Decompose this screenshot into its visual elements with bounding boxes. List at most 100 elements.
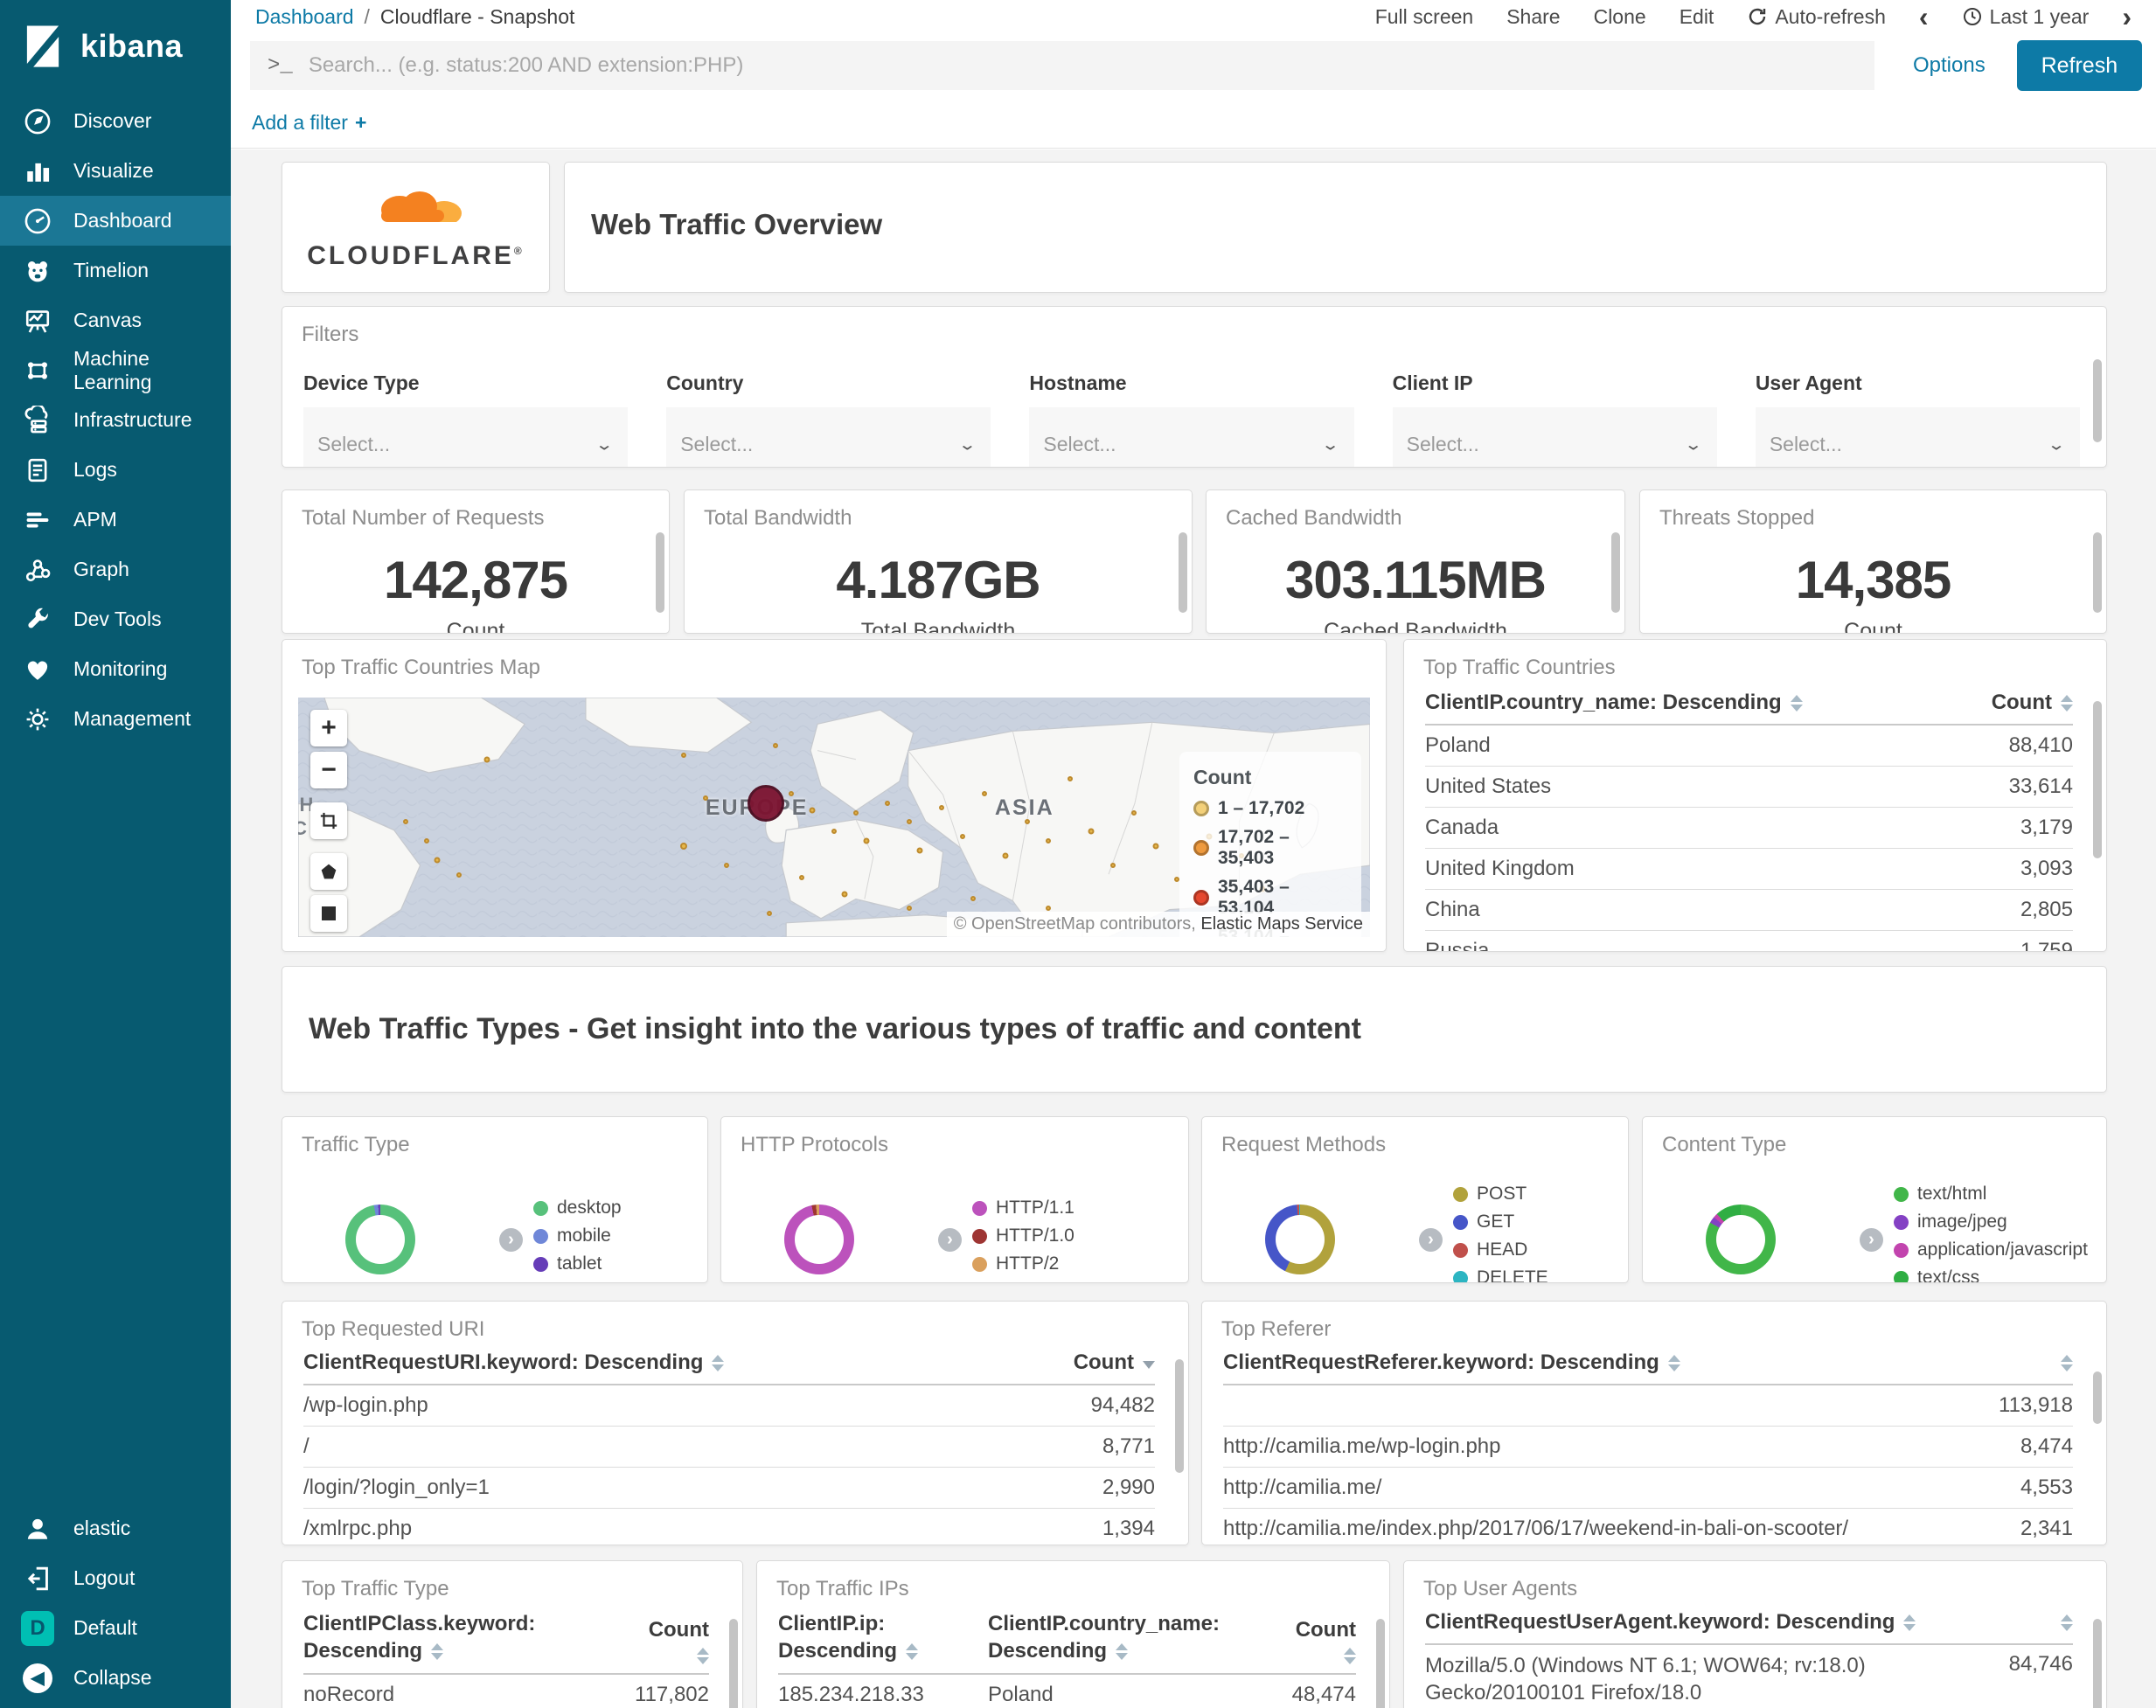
- time-forward-button[interactable]: ›: [2122, 3, 2132, 31]
- graph-nodes-icon: [21, 553, 54, 587]
- column-header-referer[interactable]: ClientRequestReferer.keyword: Descending: [1223, 1350, 1924, 1375]
- map-zoom-out-button[interactable]: −: [310, 752, 347, 788]
- legend-item[interactable]: POST: [1453, 1184, 1548, 1205]
- legend-item[interactable]: HEAD: [1453, 1239, 1548, 1260]
- osm-attribution-link[interactable]: © OpenStreetMap contributors,: [954, 914, 1196, 934]
- legend-item[interactable]: mobile: [533, 1225, 622, 1246]
- request-methods-donut-chart[interactable]: [1265, 1205, 1335, 1274]
- legend-item[interactable]: text/html: [1894, 1184, 2088, 1205]
- client-ip-select[interactable]: Select... ⌄: [1392, 407, 1717, 467]
- refresh-button[interactable]: Refresh: [2016, 40, 2142, 91]
- legend-item[interactable]: application/javascript: [1894, 1239, 2088, 1260]
- sidebar-item-machine-learning[interactable]: Machine Learning: [0, 345, 231, 395]
- column-header-country[interactable]: ClientIP.country_name: Descending: [1425, 691, 1924, 715]
- metric-value: 303.115MB: [1285, 551, 1547, 609]
- sort-icon: [1344, 1648, 1356, 1665]
- sidebar-item-space-default[interactable]: D Default: [0, 1603, 231, 1653]
- legend-expand-icon[interactable]: ›: [499, 1227, 523, 1252]
- country-select[interactable]: Select... ⌄: [666, 407, 991, 467]
- polygon-draw-icon[interactable]: [310, 853, 347, 890]
- scrollbar-thumb[interactable]: [729, 1619, 738, 1708]
- sidebar-item-infrastructure[interactable]: Infrastructure: [0, 395, 231, 445]
- ems-attribution-link[interactable]: Elastic Maps Service: [1200, 914, 1363, 934]
- column-header-country[interactable]: ClientIP.country_name: Descending: [988, 1610, 1251, 1664]
- map-canvas[interactable]: TH IC EUROPE ASIA + −: [298, 698, 1370, 937]
- sidebar-item-management[interactable]: Management: [0, 694, 231, 744]
- legend-item[interactable]: GET: [1453, 1212, 1548, 1232]
- clone-button[interactable]: Clone: [1594, 5, 1646, 29]
- panel-title: Top Traffic Countries Map: [302, 656, 541, 679]
- scrollbar-thumb[interactable]: [2093, 701, 2102, 858]
- search-input[interactable]: [308, 53, 1857, 78]
- scrollbar-thumb[interactable]: [656, 532, 664, 613]
- legend-item[interactable]: HTTP/1.0: [972, 1225, 1075, 1246]
- sidebar-item-monitoring[interactable]: Monitoring: [0, 644, 231, 694]
- legend-item[interactable]: HTTP/2: [972, 1253, 1075, 1274]
- sidebar-item-canvas[interactable]: Canvas: [0, 295, 231, 345]
- user-icon: [21, 1512, 54, 1545]
- breadcrumb-dashboard-link[interactable]: Dashboard: [255, 5, 354, 29]
- options-link[interactable]: Options: [1913, 53, 1986, 78]
- traffic-type-donut-chart[interactable]: [345, 1205, 415, 1274]
- scrollbar-thumb[interactable]: [2093, 1619, 2102, 1708]
- column-header-ip[interactable]: ClientIP.ip: Descending: [778, 1610, 970, 1664]
- time-back-button[interactable]: ‹: [1919, 3, 1929, 31]
- legend-expand-icon[interactable]: ›: [1860, 1227, 1883, 1252]
- map-zoom-in-button[interactable]: +: [310, 710, 347, 746]
- column-header-user-agent[interactable]: ClientRequestUserAgent.keyword: Descendi…: [1425, 1610, 1924, 1635]
- column-header-count[interactable]: Count: [595, 1618, 709, 1665]
- sidebar-item-logout[interactable]: Logout: [0, 1553, 231, 1603]
- search-box[interactable]: >_: [250, 41, 1874, 90]
- scrollbar-thumb[interactable]: [2093, 359, 2102, 442]
- sidebar-item-collapse[interactable]: ◀ Collapse: [0, 1653, 231, 1703]
- cloudflare-cloud-icon: [379, 191, 462, 226]
- legend-item[interactable]: DELETE: [1453, 1267, 1548, 1282]
- share-button[interactable]: Share: [1506, 5, 1560, 29]
- sidebar-item-dashboard[interactable]: Dashboard: [0, 196, 231, 246]
- scrollbar-thumb[interactable]: [2093, 1371, 2102, 1424]
- infrastructure-cloud-icon: [21, 404, 54, 437]
- legend-item[interactable]: image/jpeg: [1894, 1212, 2088, 1232]
- edit-button[interactable]: Edit: [1680, 5, 1714, 29]
- http-protocols-donut-chart[interactable]: [784, 1205, 854, 1274]
- scrollbar-thumb[interactable]: [1179, 532, 1187, 613]
- rectangle-draw-icon[interactable]: [310, 895, 347, 932]
- legend-item[interactable]: desktop: [533, 1198, 622, 1219]
- sidebar-item-apm[interactable]: APM: [0, 495, 231, 545]
- add-filter-button[interactable]: Add a filter +: [252, 111, 366, 135]
- scrollbar-thumb[interactable]: [1611, 532, 1620, 613]
- device-type-select[interactable]: Select... ⌄: [303, 407, 629, 467]
- hostname-select[interactable]: Select... ⌄: [1029, 407, 1354, 467]
- content-type-donut-chart[interactable]: [1706, 1205, 1776, 1274]
- legend-item[interactable]: tablet: [533, 1253, 622, 1274]
- sidebar-item-visualize[interactable]: Visualize: [0, 146, 231, 196]
- column-header-count[interactable]: Count: [1006, 1350, 1155, 1375]
- sidebar-item-discover[interactable]: Discover: [0, 96, 231, 146]
- column-header-count[interactable]: [1924, 1610, 2073, 1635]
- kibana-logo[interactable]: kibana: [0, 0, 231, 89]
- column-header-ipclass[interactable]: ClientIPClass.keyword: Descending: [303, 1610, 595, 1664]
- auto-refresh-button[interactable]: Auto-refresh: [1747, 5, 1886, 29]
- column-header-count[interactable]: [1924, 1350, 2073, 1375]
- kibana-logo-icon: [26, 25, 59, 67]
- full-screen-button[interactable]: Full screen: [1375, 5, 1473, 29]
- legend-item[interactable]: text/css: [1894, 1267, 2088, 1282]
- sidebar-item-dev-tools[interactable]: Dev Tools: [0, 594, 231, 644]
- scrollbar-thumb[interactable]: [1175, 1359, 1184, 1473]
- scrollbar-thumb[interactable]: [2093, 532, 2102, 613]
- user-agent-select[interactable]: Select... ⌄: [1755, 407, 2081, 467]
- scrollbar-thumb[interactable]: [1376, 1619, 1385, 1708]
- sidebar-item-graph[interactable]: Graph: [0, 545, 231, 594]
- legend-expand-icon[interactable]: ›: [1419, 1227, 1443, 1252]
- column-header-count[interactable]: Count: [1251, 1618, 1356, 1665]
- column-header-uri[interactable]: ClientRequestURI.keyword: Descending: [303, 1350, 1006, 1375]
- legend-expand-icon[interactable]: ›: [938, 1227, 962, 1252]
- sidebar-item-logs[interactable]: Logs: [0, 445, 231, 495]
- sidebar-item-user[interactable]: elastic: [0, 1503, 231, 1553]
- metric-threats-stopped: Threats Stopped 14,385 Count: [1639, 489, 2107, 634]
- column-header-count[interactable]: Count: [1924, 691, 2073, 715]
- sidebar-item-timelion[interactable]: Timelion: [0, 246, 231, 295]
- time-picker-button[interactable]: Last 1 year: [1962, 5, 2089, 29]
- legend-item[interactable]: HTTP/1.1: [972, 1198, 1075, 1219]
- crop-icon[interactable]: [310, 802, 347, 839]
